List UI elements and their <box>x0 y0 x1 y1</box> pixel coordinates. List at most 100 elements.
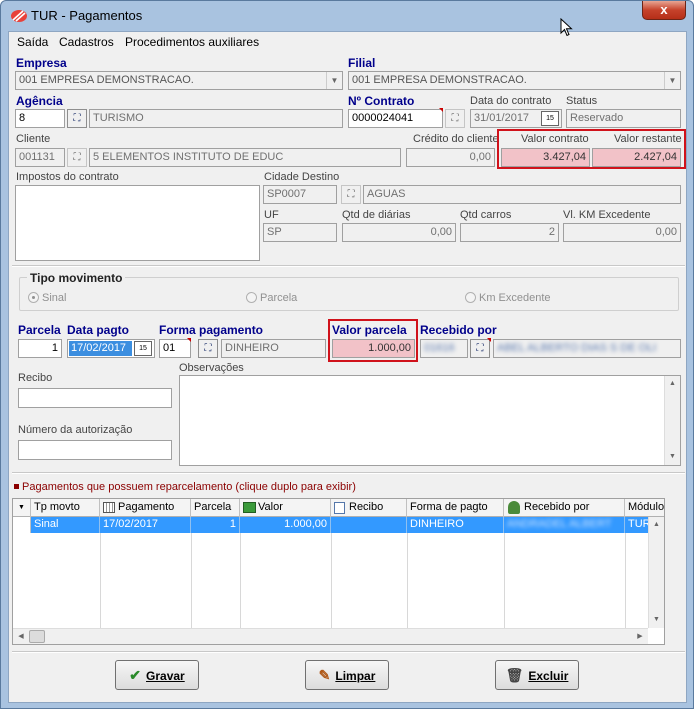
menu-saida[interactable]: Saída <box>17 35 48 49</box>
valor-contrato-field: 3.427,04 <box>501 148 590 167</box>
data-contrato-label: Data do contrato <box>470 95 552 107</box>
uf-label: UF <box>264 209 279 221</box>
scroll-right-icon[interactable]: ▶ <box>632 629 648 644</box>
divider <box>12 472 685 474</box>
empresa-label: Empresa <box>16 56 67 70</box>
col-modulo[interactable]: Módulo <box>625 499 664 517</box>
cell-valor: 1.000,00 <box>240 517 331 533</box>
chevron-down-icon[interactable]: ▼ <box>326 72 342 89</box>
col-recebido-label: Recebido por <box>524 501 590 513</box>
valor-restante-label: Valor restante <box>614 133 682 145</box>
required-marker <box>487 338 491 342</box>
tipo-movimento-label: Tipo movimento <box>27 271 126 285</box>
binoculars-icon[interactable]: ⛶ <box>67 148 87 167</box>
scroll-down-icon[interactable]: ▼ <box>649 612 664 628</box>
scroll-down-icon[interactable]: ▼ <box>665 449 680 465</box>
grid-line <box>100 533 101 628</box>
carros-field: 2 <box>460 223 559 242</box>
payments-grid[interactable]: ▼ Tp movto Pagamento Parcela Valor Recib… <box>12 498 665 645</box>
forma-pagamento-label: Forma pagamento <box>159 323 264 337</box>
menu-cadastros[interactable]: Cadastros <box>59 35 114 49</box>
col-forma-pagto[interactable]: Forma de pagto <box>407 499 504 517</box>
calendar-icon[interactable]: 15 <box>134 341 152 356</box>
menu-procedimentos[interactable]: Procedimentos auxiliares <box>125 35 259 49</box>
radio-km-label: Km Excedente <box>479 292 551 304</box>
excluir-button[interactable]: 🗑 Excluir <box>495 660 579 690</box>
cell-recebido-value: ANDRADEL ALBERT <box>507 518 612 530</box>
col-recibo-label: Recibo <box>349 501 384 513</box>
scroll-up-icon[interactable]: ▲ <box>649 517 664 533</box>
valor-contrato-label: Valor contrato <box>521 133 589 145</box>
impostos-list[interactable] <box>15 185 260 261</box>
close-button[interactable]: x <box>642 1 686 20</box>
autorizacao-input[interactable] <box>18 440 172 460</box>
data-pagto-input[interactable]: 17/02/2017 15 <box>67 339 155 358</box>
scroll-up-icon[interactable]: ▲ <box>665 376 680 392</box>
valor-parcela-label: Valor parcela <box>332 323 407 337</box>
grid-caption: Pagamentos que possuem reparcelamento (c… <box>14 481 356 493</box>
agencia-code-input[interactable]: 8 <box>15 109 65 128</box>
col-valor-label: Valor <box>258 501 283 513</box>
cliente-name-field: 5 ELEMENTOS INSTITUTO DE EDUC <box>89 148 401 167</box>
data-pagto-value: 17/02/2017 <box>69 341 132 356</box>
col-valor[interactable]: Valor <box>240 499 331 517</box>
radio-parcela[interactable]: Parcela <box>246 292 297 304</box>
cell-modulo: TUR <box>628 518 651 530</box>
km-field: 0,00 <box>563 223 681 242</box>
form-client-area: Saída Cadastros Procedimentos auxiliares… <box>8 31 687 703</box>
money-icon <box>243 502 256 513</box>
status-label: Status <box>566 95 598 107</box>
app-logo-icon <box>11 10 27 22</box>
menu-bar: Saída Cadastros Procedimentos auxiliares <box>9 32 686 52</box>
uf-field: SP <box>263 223 337 242</box>
col-parcela[interactable]: Parcela <box>191 499 240 517</box>
calendar-icon[interactable]: 15 <box>541 111 559 126</box>
cliente-code-field: 001131 <box>15 148 65 167</box>
gravar-label: Gravar <box>146 669 185 683</box>
radio-km-excedente[interactable]: Km Excedente <box>465 292 551 304</box>
status-field: Reservado <box>566 109 681 128</box>
binoculars-icon[interactable]: ⛶ <box>445 109 465 128</box>
filial-value: 001 EMPRESA DEMONSTRACAO. <box>352 74 527 86</box>
cell-tp-movto: Sinal <box>31 517 100 533</box>
recibo-input[interactable] <box>18 388 172 408</box>
km-label: Vl. KM Excedente <box>563 209 651 221</box>
binoculars-icon[interactable]: ⛶ <box>198 339 218 358</box>
filial-select[interactable]: 001 EMPRESA DEMONSTRACAO. ▼ <box>348 71 681 90</box>
recebido-name-value: ABEL ALBERTO DIAS S DE OLI <box>497 342 657 354</box>
credito-label: Crédito do cliente <box>413 133 499 145</box>
trash-icon: 🗑 <box>505 667 524 683</box>
col-tp-movto[interactable]: Tp movto <box>31 499 100 517</box>
col-recibo[interactable]: Recibo <box>331 499 407 517</box>
radio-sinal[interactable]: Sinal <box>28 292 66 304</box>
grid-horizontal-scrollbar[interactable]: ◀ ▶ <box>13 628 648 644</box>
gravar-button[interactable]: ✔ Gravar <box>115 660 199 690</box>
radio-sinal-label: Sinal <box>42 292 67 304</box>
grid-line <box>191 533 192 628</box>
scroll-thumb[interactable] <box>29 630 45 643</box>
scroll-left-icon[interactable]: ◀ <box>13 629 29 644</box>
contrato-input[interactable]: 0000024041 <box>348 109 443 128</box>
binoculars-icon[interactable]: ⛶ <box>67 109 87 128</box>
empresa-select[interactable]: 001 EMPRESA DEMONSTRACAO. ▼ <box>15 71 343 90</box>
limpar-button[interactable]: ✎ Limpar <box>305 660 389 690</box>
carros-label: Qtd carros <box>460 209 512 221</box>
title-bar[interactable]: TUR - Pagamentos x <box>1 1 693 30</box>
required-marker <box>439 108 443 112</box>
table-row[interactable]: Sinal 17/02/2017 1 1.000,00 DINHEIRO AND… <box>13 517 664 533</box>
diarias-label: Qtd de diárias <box>342 209 411 221</box>
observacoes-textarea[interactable]: ▲ ▼ <box>179 375 681 466</box>
binoculars-icon[interactable]: ⛶ <box>341 185 361 204</box>
col-pagamento[interactable]: Pagamento <box>100 499 191 517</box>
col-recebido-por[interactable]: Recebido por <box>504 499 625 517</box>
chevron-down-icon[interactable]: ▼ <box>664 72 680 89</box>
contrato-label: Nº Contrato <box>348 94 415 108</box>
radio-dot <box>246 292 257 303</box>
grid-vertical-scrollbar[interactable]: ▲ ▼ <box>648 517 664 628</box>
parcela-input[interactable]: 1 <box>18 339 62 358</box>
app-window: TUR - Pagamentos x Saída Cadastros Proce… <box>0 0 694 709</box>
valor-parcela-input[interactable]: 1.000,00 <box>332 339 415 358</box>
filial-label: Filial <box>348 56 376 70</box>
observacoes-scrollbar[interactable]: ▲ ▼ <box>664 376 680 465</box>
grid-title: Pagamentos que possuem reparcelamento (c… <box>22 481 356 493</box>
